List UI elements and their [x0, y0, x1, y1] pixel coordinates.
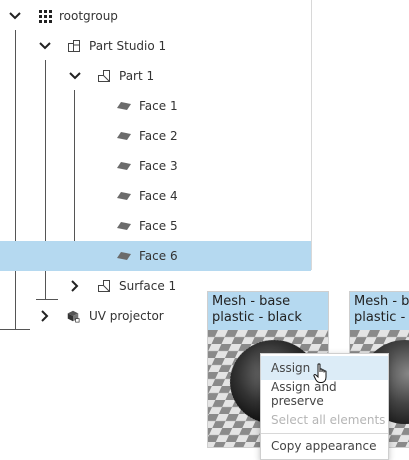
face-icon — [117, 219, 131, 233]
chevron-right-icon[interactable] — [38, 309, 52, 323]
material-card-title: Mesh - base plastic - — [350, 292, 409, 330]
chevron-down-icon[interactable] — [68, 69, 82, 83]
menu-item-copy-appearance[interactable]: Copy appearance — [261, 434, 388, 458]
tree-item-part-1[interactable]: Part 1 — [0, 61, 311, 91]
tree-item-label: Part 1 — [119, 69, 155, 83]
menu-item-select-all-elements: Select all elements — [271, 413, 386, 427]
menu-item-assign-and-preserve[interactable]: Assign and preserve — [261, 380, 388, 408]
tree-item-label: Part Studio 1 — [89, 39, 167, 53]
tree-item-label: Face 4 — [139, 189, 178, 203]
part-studio-icon — [67, 39, 81, 53]
face-icon — [117, 249, 131, 263]
material-card-title: Mesh - base plastic - black — [208, 292, 328, 330]
tree-item-face-3[interactable]: Face 3 — [0, 151, 311, 181]
tree-item-label: Face 2 — [139, 129, 178, 143]
tree-item-rootgroup[interactable]: rootgroup — [0, 1, 311, 31]
tree-item-label: UV projector — [89, 309, 164, 323]
tree-item-face-5[interactable]: Face 5 — [0, 211, 311, 241]
face-icon — [117, 159, 131, 173]
face-icon — [117, 129, 131, 143]
part-icon — [97, 69, 111, 83]
tree-item-face-4[interactable]: Face 4 — [0, 181, 311, 211]
chevron-down-icon[interactable] — [38, 39, 52, 53]
tree-item-label: Face 6 — [139, 249, 178, 263]
tree-item-part-studio[interactable]: Part Studio 1 — [0, 31, 311, 61]
face-icon — [117, 99, 131, 113]
grid-icon — [38, 9, 52, 23]
tree-item-label: Face 3 — [139, 159, 178, 173]
tree-item-face-1[interactable]: Face 1 — [0, 91, 311, 121]
tree-item-face-6[interactable]: Face 6 — [0, 241, 311, 271]
chevron-right-icon[interactable] — [68, 279, 82, 293]
tree-item-label: Face 1 — [139, 99, 178, 113]
tree-item-label: Face 5 — [139, 219, 178, 233]
tree-item-face-2[interactable]: Face 2 — [0, 121, 311, 151]
uv-projector-icon — [66, 309, 80, 323]
panel-divider — [311, 0, 312, 270]
hand-cursor-icon — [313, 363, 327, 383]
tree-item-label: Surface 1 — [119, 279, 177, 293]
chevron-down-icon[interactable] — [8, 9, 22, 23]
face-icon — [117, 189, 131, 203]
surface-icon — [97, 279, 111, 293]
tree-item-label: rootgroup — [59, 9, 118, 23]
